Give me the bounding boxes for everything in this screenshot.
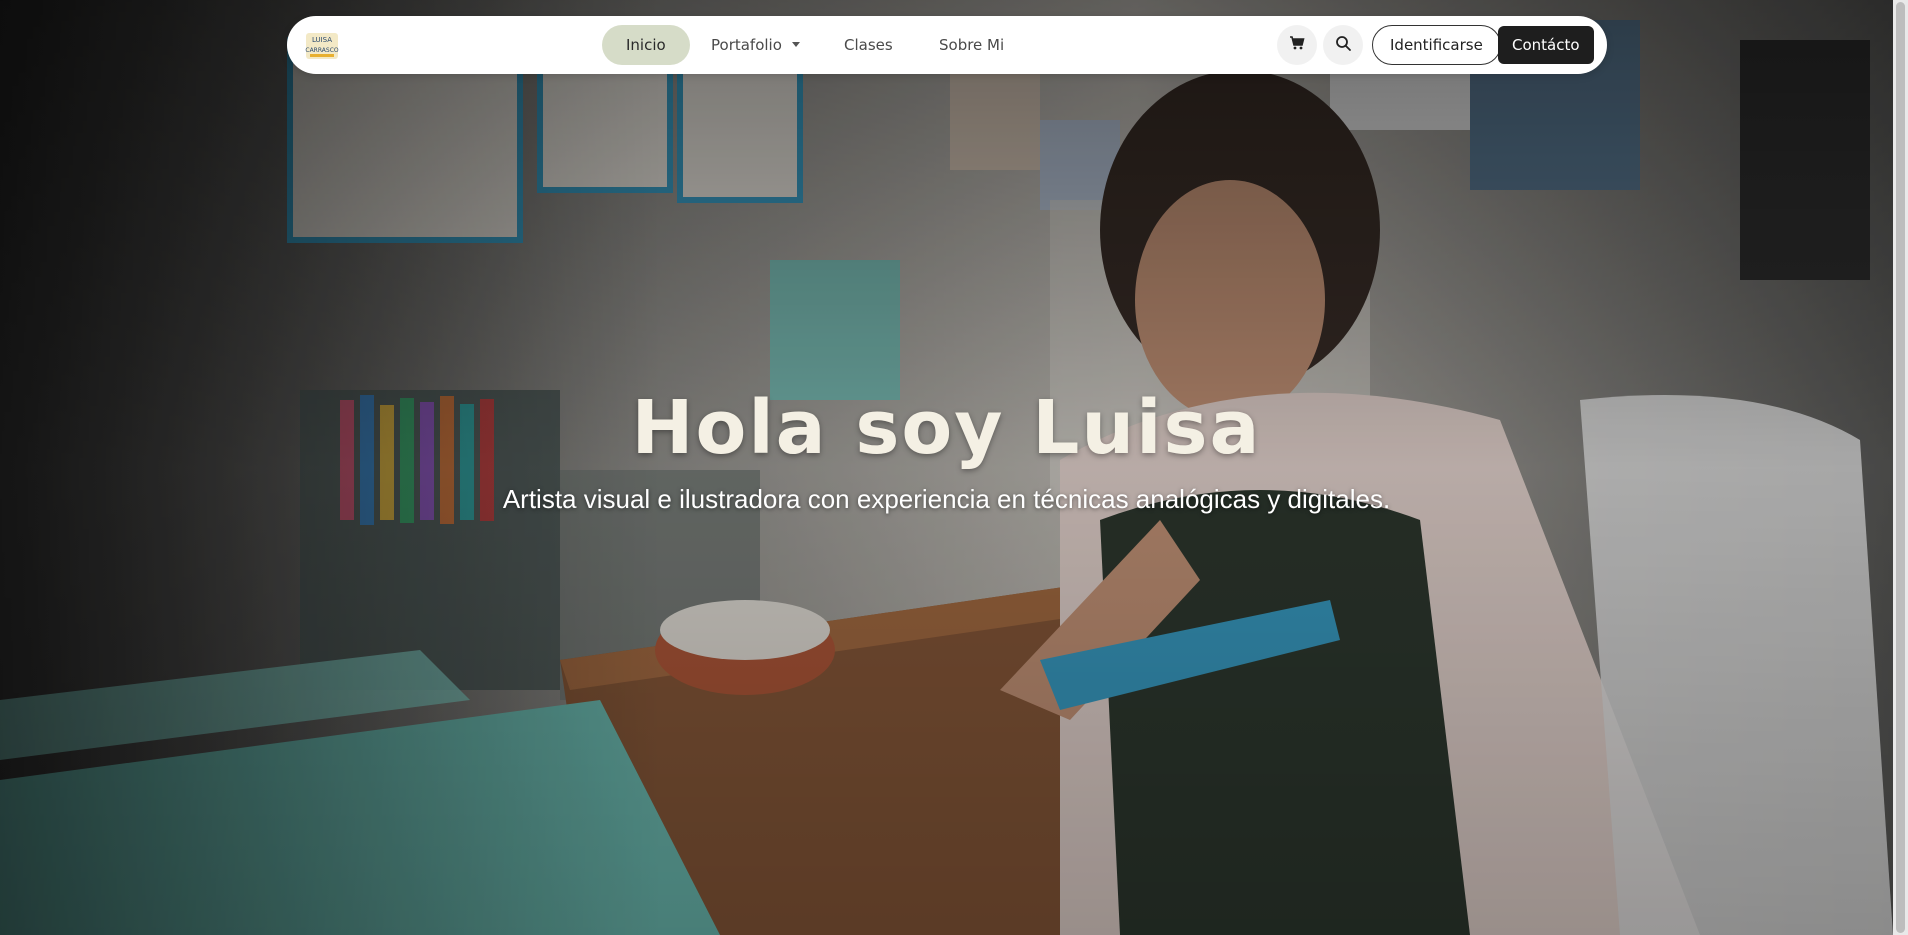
contact-button-label: Contácto xyxy=(1512,36,1580,54)
nav-item-label: Clases xyxy=(844,36,893,54)
nav-item-clases[interactable]: Clases xyxy=(820,25,917,65)
page: LUISA CARRASCO Inicio Portafolio Clases … xyxy=(0,0,1908,935)
nav-item-label: Inicio xyxy=(626,36,666,54)
chevron-down-icon xyxy=(791,42,800,47)
nav-item-label: Sobre Mi xyxy=(939,36,1005,54)
nav-item-label: Portafolio xyxy=(711,36,782,54)
svg-text:CARRASCO: CARRASCO xyxy=(305,47,338,54)
top-navbar: LUISA CARRASCO Inicio Portafolio Clases … xyxy=(287,16,1607,74)
nav-item-inicio[interactable]: Inicio xyxy=(602,25,690,65)
cart-button[interactable] xyxy=(1277,25,1317,65)
hero-subtitle: Artista visual e ilustradora con experie… xyxy=(502,484,1391,514)
page-scrollbar[interactable] xyxy=(1893,0,1908,935)
login-button[interactable]: Identificarse xyxy=(1372,25,1501,65)
svg-text:LUISA: LUISA xyxy=(312,36,332,44)
nav-item-sobre-mi[interactable]: Sobre Mi xyxy=(915,25,1028,65)
contact-button[interactable]: Contácto xyxy=(1498,26,1594,64)
site-logo[interactable]: LUISA CARRASCO xyxy=(302,27,342,63)
hero-title: Hola soy Luisa xyxy=(631,385,1262,471)
search-icon xyxy=(1335,35,1352,56)
login-button-label: Identificarse xyxy=(1390,36,1483,54)
cart-icon xyxy=(1289,35,1305,55)
nav-item-portafolio[interactable]: Portafolio xyxy=(687,25,824,65)
search-button[interactable] xyxy=(1323,25,1363,65)
scrollbar-thumb[interactable] xyxy=(1896,2,1905,933)
